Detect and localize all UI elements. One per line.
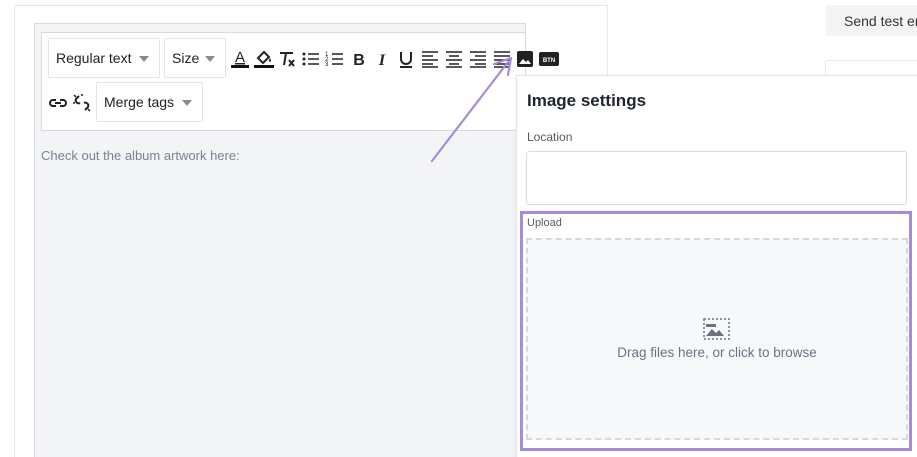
highlight-icon[interactable]: [253, 47, 275, 69]
align-right-icon[interactable]: [467, 48, 489, 70]
size-value: Size: [172, 50, 200, 66]
chevron-down-icon: [182, 100, 192, 106]
underline-icon[interactable]: [395, 48, 417, 70]
justify-icon[interactable]: [491, 48, 513, 70]
clear-format-icon[interactable]: [276, 48, 298, 70]
location-input[interactable]: [526, 151, 907, 205]
size-select[interactable]: Size: [164, 38, 226, 78]
align-left-icon[interactable]: [419, 48, 441, 70]
merge-tags-value: Merge tags: [104, 94, 175, 110]
editor-content[interactable]: Check out the album artwork here:: [41, 148, 240, 163]
upload-label: Upload: [527, 217, 562, 229]
link-icon[interactable]: [47, 92, 69, 114]
page: Check out the album artwork here: Regula…: [0, 0, 917, 457]
svg-text:I: I: [378, 52, 386, 69]
bullet-list-icon[interactable]: [300, 48, 322, 70]
button-block-label: BTN: [543, 58, 555, 64]
location-label: Location: [527, 130, 573, 144]
chevron-down-icon: [205, 56, 215, 62]
bold-icon[interactable]: B: [348, 48, 370, 70]
unlink-icon[interactable]: [71, 92, 93, 114]
panel-title: Image settings: [527, 91, 647, 110]
numbered-list-icon[interactable]: 123: [324, 48, 346, 70]
font-color-icon[interactable]: A: [229, 48, 251, 70]
image-icon[interactable]: [514, 48, 536, 70]
button-block-icon[interactable]: BTN: [538, 48, 560, 70]
align-center-icon[interactable]: [443, 48, 465, 70]
send-test-button[interactable]: Send test er: [826, 5, 917, 36]
italic-icon[interactable]: I: [371, 48, 393, 70]
dropzone-text[interactable]: Drag files here, or click to browse: [527, 345, 907, 360]
merge-tags-select[interactable]: Merge tags: [96, 82, 203, 122]
svg-text:A: A: [235, 49, 245, 66]
svg-text:3: 3: [325, 62, 329, 68]
chevron-down-icon: [139, 56, 149, 62]
text-style-select[interactable]: Regular text: [48, 38, 160, 78]
text-style-value: Regular text: [56, 50, 132, 66]
image-placeholder-icon: [703, 318, 730, 340]
svg-text:B: B: [353, 52, 365, 69]
divider: [825, 60, 917, 76]
